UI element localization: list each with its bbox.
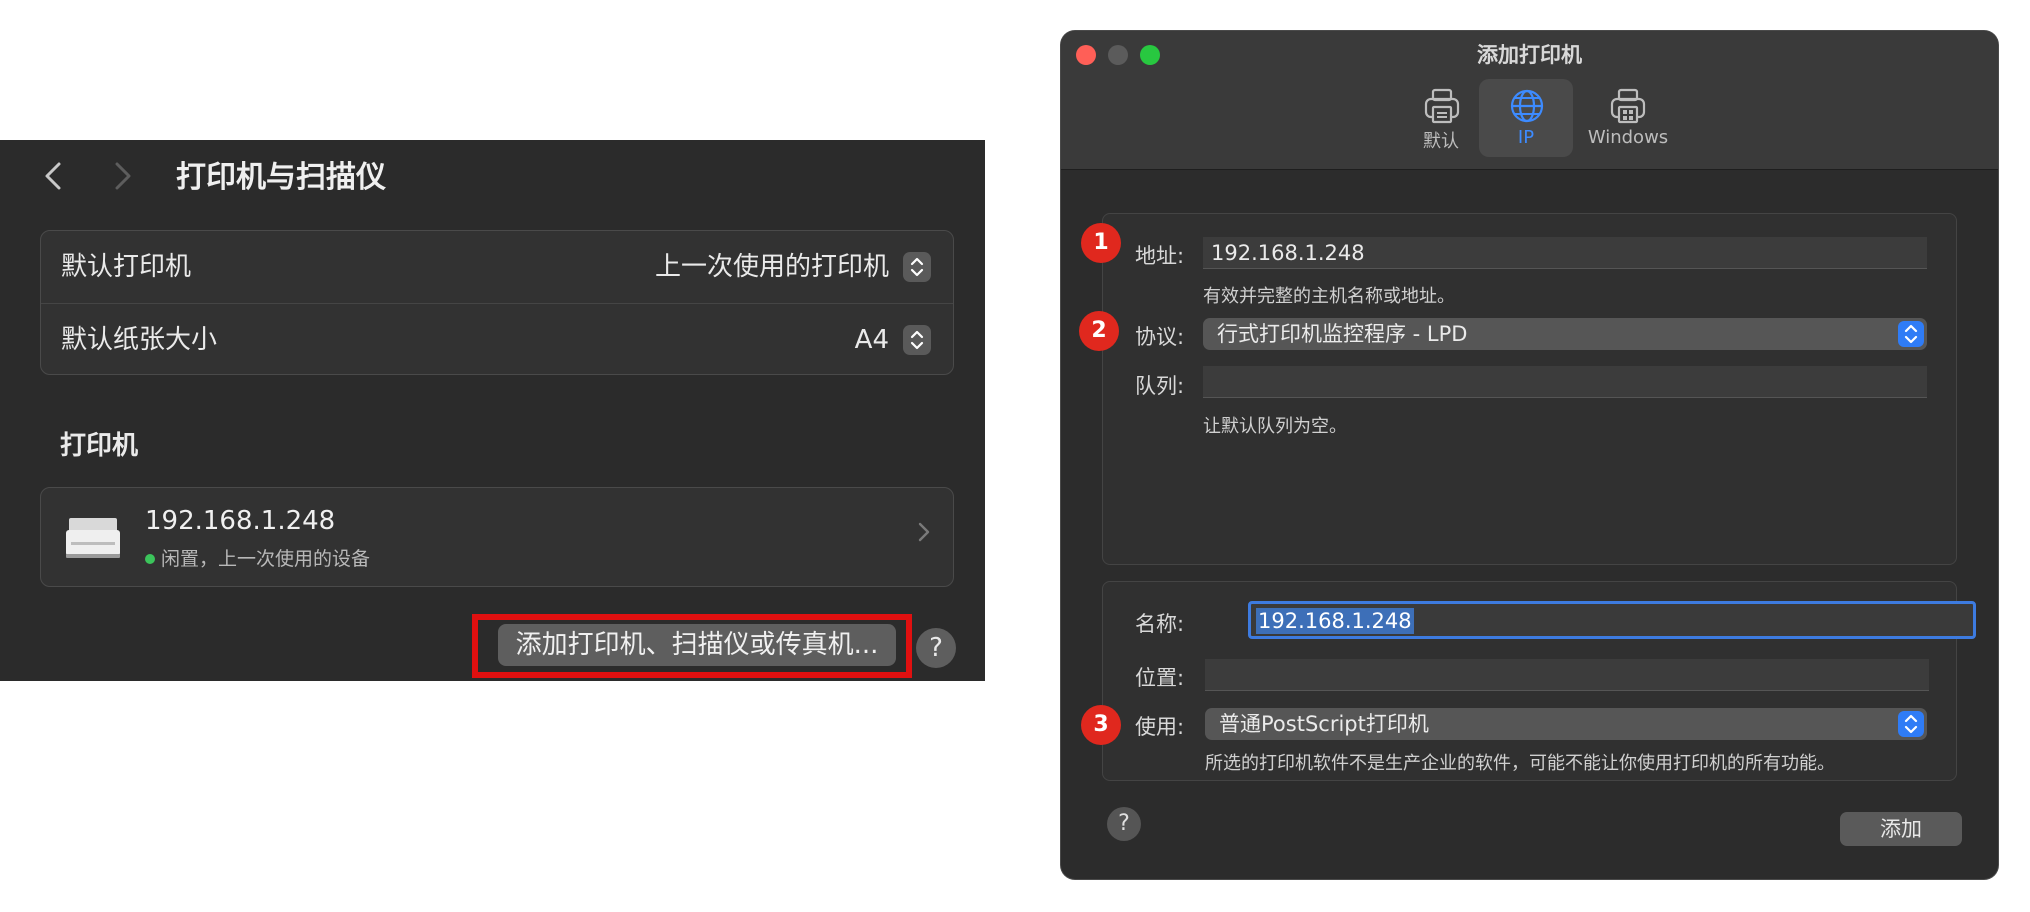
- page-title: 打印机与扫描仪: [176, 160, 386, 195]
- chevron-left-icon: [45, 162, 61, 190]
- queue-field[interactable]: [1203, 366, 1927, 398]
- printer-icon: [1424, 88, 1460, 124]
- up-down-chevron-icon: [1904, 714, 1918, 734]
- connection-settings-box: 地址: 192.168.1.248 有效并完整的主机名称或地址。 协议: 行式打…: [1102, 213, 1957, 565]
- step-badge-3: 3: [1081, 705, 1121, 745]
- windows-printer-icon: [1610, 88, 1646, 124]
- protocol-popup[interactable]: 行式打印机监控程序 - LPD: [1203, 318, 1927, 350]
- location-field[interactable]: [1205, 659, 1929, 691]
- forward-button[interactable]: [112, 158, 142, 198]
- up-down-chevron-icon: [910, 257, 924, 277]
- default-printer-label: 默认打印机: [61, 252, 192, 282]
- queue-label: 队列:: [1135, 374, 1185, 398]
- address-field[interactable]: 192.168.1.248: [1203, 237, 1927, 269]
- printer-name: 192.168.1.248: [145, 506, 336, 536]
- popup-stepper: [1898, 321, 1924, 347]
- use-label: 使用:: [1135, 715, 1185, 739]
- popup-stepper: [1898, 711, 1924, 737]
- defaults-group: 默认打印机 上一次使用的打印机 默认纸张大小 A4: [40, 230, 954, 375]
- name-value-selected: 192.168.1.248: [1256, 608, 1414, 634]
- tab-windows[interactable]: Windows: [1573, 79, 1683, 157]
- name-label: 名称:: [1135, 612, 1185, 636]
- address-hint: 有效并完整的主机名称或地址。: [1203, 286, 1455, 307]
- step-badge-2: 2: [1079, 311, 1119, 351]
- default-paper-size-label: 默认纸张大小: [61, 325, 218, 355]
- add-printer-button[interactable]: 添加打印机、扫描仪或传真机...: [498, 624, 896, 666]
- add-printer-dialog: 添加打印机 默认 IP Windows 地址: 192.168.1.248 有效…: [1061, 31, 1998, 879]
- up-down-chevron-icon: [1904, 324, 1918, 344]
- tab-default[interactable]: 默认: [1401, 79, 1481, 157]
- printer-status-text: 闲置，上一次使用的设备: [161, 548, 371, 570]
- printer-status: 闲置，上一次使用的设备: [145, 544, 370, 571]
- globe-icon: [1510, 89, 1544, 123]
- use-popup[interactable]: 普通PostScript打印机: [1205, 708, 1927, 740]
- add-button[interactable]: 添加: [1840, 812, 1962, 846]
- help-button[interactable]: ?: [916, 628, 956, 668]
- tab-ip-label: IP: [1517, 127, 1535, 148]
- default-printer-row: 默认打印机 上一次使用的打印机: [41, 231, 953, 303]
- dialog-title: 添加打印机: [1477, 43, 1582, 67]
- printer-icon: [66, 518, 120, 558]
- default-printer-value[interactable]: 上一次使用的打印机: [655, 231, 889, 303]
- default-printer-stepper[interactable]: [903, 252, 931, 282]
- address-label: 地址:: [1135, 244, 1185, 268]
- printer-list-item[interactable]: 192.168.1.248 闲置，上一次使用的设备: [40, 487, 954, 587]
- status-dot: [145, 554, 155, 564]
- protocol-value: 行式打印机监控程序 - LPD: [1217, 322, 1468, 346]
- chevron-right-icon: [917, 518, 931, 554]
- name-field[interactable]: 192.168.1.248: [1248, 601, 1976, 639]
- use-value: 普通PostScript打印机: [1219, 712, 1429, 736]
- protocol-label: 协议:: [1135, 325, 1185, 349]
- up-down-chevron-icon: [910, 330, 924, 350]
- default-paper-size-row: 默认纸张大小 A4: [41, 303, 953, 376]
- tab-windows-label: Windows: [1587, 127, 1669, 148]
- dialog-toolbar: 添加打印机 默认 IP Windows: [1061, 31, 1998, 170]
- printer-info-box: 名称: 192.168.1.248 位置: 使用: 普通PostScript打印…: [1102, 581, 1976, 781]
- printers-scanners-panel: 打印机与扫描仪 默认打印机 上一次使用的打印机 默认纸张大小 A4 打印机 19…: [0, 140, 985, 681]
- step-badge-1: 1: [1081, 223, 1121, 263]
- paper-size-stepper[interactable]: [903, 325, 931, 355]
- chevron-right-icon: [115, 162, 131, 190]
- tab-default-label: 默认: [1423, 131, 1459, 152]
- tab-ip[interactable]: IP: [1479, 79, 1573, 157]
- help-button[interactable]: ?: [1107, 807, 1141, 841]
- queue-hint: 让默认队列为空。: [1203, 416, 1347, 437]
- use-hint: 所选的打印机软件不是生产企业的软件，可能不能让你使用打印机的所有功能。: [1205, 753, 1835, 774]
- printers-section-title: 打印机: [60, 431, 139, 461]
- back-button[interactable]: [42, 158, 72, 198]
- location-label: 位置:: [1135, 666, 1185, 690]
- default-paper-size-value[interactable]: A4: [855, 304, 889, 376]
